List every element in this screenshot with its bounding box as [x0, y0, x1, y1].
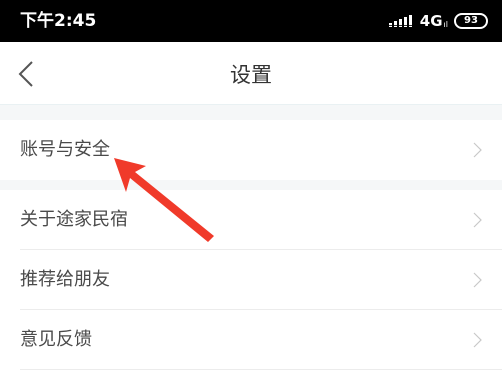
- chevron-right-icon: [473, 272, 482, 288]
- status-time: 下午2:45: [20, 11, 97, 31]
- status-bar: 下午2:45 4G ıl 93: [0, 0, 502, 42]
- settings-item-recommend[interactable]: 推荐给朋友: [0, 250, 502, 310]
- settings-item-account-security[interactable]: 账号与安全: [0, 120, 502, 180]
- chevron-right-icon: [473, 332, 482, 348]
- page-title: 设置: [230, 63, 272, 87]
- navigation-bar: 设置: [0, 42, 502, 104]
- chevron-right-icon: [473, 212, 482, 228]
- settings-item-label: 关于途家民宿: [20, 209, 128, 230]
- signal-strength-icon: [387, 15, 414, 27]
- settings-item-about[interactable]: 关于途家民宿: [0, 190, 502, 250]
- data-activity-icon: ıl: [443, 19, 448, 29]
- section-separator: [0, 180, 502, 190]
- settings-item-label: 推荐给朋友: [20, 269, 110, 290]
- settings-item-label: 账号与安全: [20, 139, 110, 160]
- settings-item-feedback[interactable]: 意见反馈: [0, 310, 502, 370]
- chevron-right-icon: [473, 142, 482, 158]
- battery-level: 93: [464, 15, 478, 26]
- settings-item-label: 意见反馈: [20, 329, 92, 350]
- row-divider: [20, 369, 502, 370]
- network-type: 4G: [419, 12, 443, 30]
- section-separator: [0, 104, 502, 120]
- status-icons: 4G ıl 93: [387, 11, 488, 31]
- battery-icon: 93: [454, 13, 488, 29]
